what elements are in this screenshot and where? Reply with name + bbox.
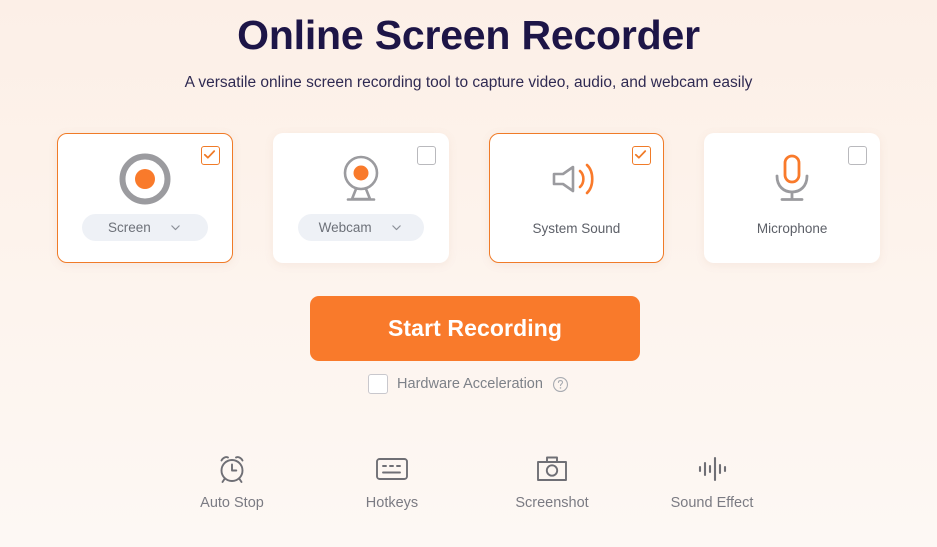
page-title: Online Screen Recorder xyxy=(237,12,700,58)
hardware-acceleration-row[interactable]: Hardware Acceleration xyxy=(0,374,937,394)
microphone-icon xyxy=(764,151,820,207)
tool-label-screenshot: Screenshot xyxy=(515,495,589,511)
start-recording-button[interactable]: Start Recording xyxy=(310,296,640,361)
tool-row: Auto Stop Hotkeys Screenshot Sound Effec… xyxy=(152,452,792,511)
camera-icon xyxy=(536,452,568,486)
checkbox-hardware-acceleration[interactable] xyxy=(368,374,389,394)
source-label-microphone: Microphone xyxy=(756,221,828,236)
checkbox-microphone[interactable] xyxy=(848,146,867,165)
tool-label-sound-effect: Sound Effect xyxy=(670,495,754,511)
dropdown-screen-label: Screen xyxy=(107,220,151,235)
question-mark-circle-icon[interactable] xyxy=(552,376,569,393)
source-card-microphone[interactable]: Microphone xyxy=(704,133,880,263)
chevron-down-icon xyxy=(171,225,180,231)
checkbox-webcam[interactable] xyxy=(416,146,436,165)
dropdown-webcam-label: Webcam xyxy=(318,220,372,235)
page-subtitle: A versatile online screen recording tool… xyxy=(184,74,753,92)
tool-sound-effect[interactable]: Sound Effect xyxy=(632,452,792,511)
source-label-system-sound: System Sound xyxy=(532,221,621,236)
checkbox-system-sound[interactable] xyxy=(632,146,652,165)
screen-recorder-page: Online Screen Recorder A versatile onlin… xyxy=(0,0,937,547)
alarm-clock-icon xyxy=(215,452,249,486)
hardware-acceleration-label: Hardware Acceleration xyxy=(397,376,543,392)
dropdown-webcam[interactable]: Webcam xyxy=(297,214,424,241)
keyboard-icon xyxy=(375,452,409,486)
source-card-webcam[interactable]: Webcam xyxy=(272,133,449,263)
chevron-down-icon xyxy=(391,225,401,231)
tool-hotkeys[interactable]: Hotkeys xyxy=(312,452,472,511)
check-icon xyxy=(635,150,647,159)
checkbox-screen[interactable] xyxy=(200,146,220,165)
speaker-icon xyxy=(548,151,604,207)
webcam-icon xyxy=(333,151,389,207)
tool-label-auto-stop: Auto Stop xyxy=(200,495,264,511)
source-card-screen[interactable]: Screen xyxy=(57,133,233,263)
waveform-icon xyxy=(696,452,728,486)
tool-auto-stop[interactable]: Auto Stop xyxy=(152,452,312,511)
check-icon xyxy=(203,150,215,159)
source-card-list: Screen Webcam System Sound Microphone xyxy=(57,133,880,263)
tool-screenshot[interactable]: Screenshot xyxy=(472,452,632,511)
source-card-system-sound[interactable]: System Sound xyxy=(488,133,665,263)
dropdown-screen[interactable]: Screen xyxy=(81,214,208,241)
tool-label-hotkeys: Hotkeys xyxy=(365,495,419,511)
record-circle-icon xyxy=(117,151,173,207)
